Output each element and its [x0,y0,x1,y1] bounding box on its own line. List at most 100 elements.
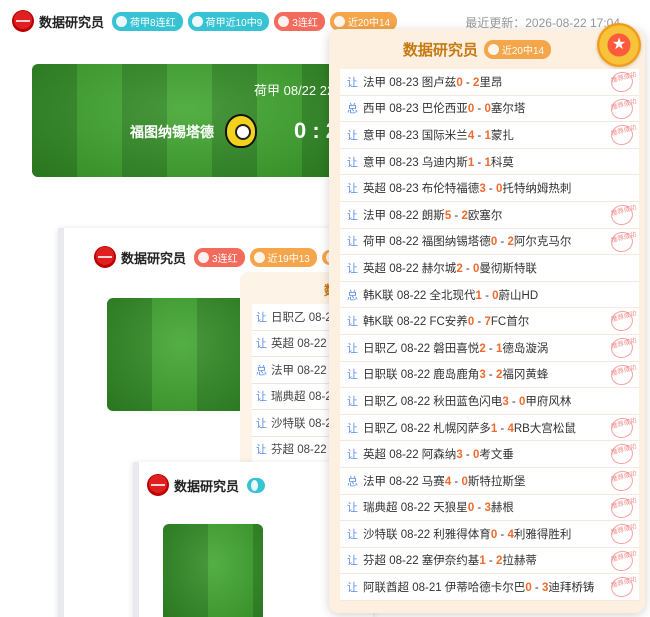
record-row[interactable]: 让意甲 08-23 国际米兰4 - 1蒙扎 推荐成功 [340,122,639,149]
author-avatar[interactable] [12,10,34,32]
match-away: 迪拜桥铸 [548,582,595,595]
record-row[interactable]: 让芬超 08-22 塞伊奈约基1 - 2拉赫蒂 推荐成功 [340,547,639,575]
record-row[interactable]: 让韩K联 08-22 FC安养0 - 7FC首尔 推荐成功 [340,308,639,335]
match-away: 塞尔塔 [490,103,526,116]
record-row[interactable]: 让法甲 08-22 朗斯5 - 2欧塞尔 推荐成功 [340,201,639,229]
author-name[interactable]: 数据研究员 [39,12,104,31]
team-crest-icon [225,114,257,148]
score-separator: - [451,475,462,488]
success-stamp-icon: 推荐成功 [608,308,637,334]
score-separator: - [462,449,473,462]
badge-icon [333,15,345,27]
record-row[interactable]: 让瑞典超 08-22 天狼星0 - 3赫根 推荐成功 [340,494,639,522]
match-home: 韩K联 08-22 全北现代 [363,289,476,302]
record-row[interactable]: 让日职乙 08-22 磐田喜悦2 - 1德岛漩涡 推荐成功 [340,334,639,362]
match-home: 芬超 08-22 塞伊奈约基 [363,555,480,568]
record-row[interactable]: 让英超 08-23 布伦特福德3 - 0托特纳姆热刺 [340,175,639,202]
success-stamp-icon: 推荐成功 [608,468,637,494]
badge-icon [191,15,203,27]
home-team: 福图纳锡塔德 [130,124,214,140]
score-separator: - [497,236,508,249]
bet-type-tag: 让 [347,183,358,196]
match-home: 法甲 08-22 朗斯 [363,209,445,222]
match-away: 欧塞尔 [467,209,503,222]
bet-type-tag: 总 [347,103,358,116]
badge-recent-rate[interactable]: 近20中14 [329,11,398,31]
match-result: 法甲 08-23 图卢兹0 - 2里昂 [363,74,502,90]
score-separator: - [485,342,496,355]
match-away: 拉赫蒂 [502,555,537,568]
bet-type-tag: 让 [347,209,358,222]
medal-icon [597,23,641,67]
bet-type-tag: 让 [347,342,358,355]
match-away: 斯特拉斯堡 [467,475,526,488]
record-row[interactable]: 让英超 08-22 阿森纳3 - 0考文垂 推荐成功 [340,441,639,468]
match-result: 西甲 08-23 巴伦西亚0 - 0塞尔塔 [363,100,525,116]
match-home: 日职乙 08-22 秋田蓝色闪电 [363,395,503,408]
match-away: 福冈黄蜂 [502,369,549,382]
record-row[interactable]: 总法甲 08-22 马赛4 - 0斯特拉斯堡 推荐成功 [340,467,639,495]
bet-type-tag: 让 [347,262,358,275]
match-result: 英超 08-22 阿森纳3 - 0考文垂 [363,446,514,462]
record-row[interactable]: 让荷甲 08-22 福图纳锡塔德0 - 2阿尔克马尔 推荐成功 [340,228,639,256]
record-row[interactable]: 总西甲 08-23 巴伦西亚0 - 0塞尔塔 推荐成功 [340,95,639,123]
badge-recent-rate[interactable]: 近19中13 [249,247,317,267]
author-avatar[interactable] [147,474,169,496]
bet-type-tag: 总 [347,289,358,302]
record-row[interactable]: 让日职乙 08-22 秋田蓝色闪电3 - 0甲府风林 [340,388,639,415]
success-stamp-icon: 推荐成功 [608,415,637,441]
match-result: 法甲 08-22 马赛4 - 0斯特拉斯堡 [363,473,525,489]
match-result: 瑞典超 08-22 天狼星0 - 3赫根 [363,499,514,515]
match-home: 瑞典超 08-22 天狼星 [363,502,468,515]
success-stamp-icon: 推荐成功 [608,96,637,122]
author-name[interactable]: 数据研究员 [174,476,239,495]
badge-icon [278,15,290,27]
badge-icon [247,477,266,493]
record-popup: 数据研究员 近20中14 让法甲 08-23 图卢兹0 - 2里昂推荐成功总西甲… [329,23,645,613]
score-separator: - [481,289,493,302]
match-result: 日职联 08-22 鹿岛鹿角3 - 2福冈黄蜂 [363,366,548,382]
score-separator: - [531,582,542,595]
match-card[interactable] [163,524,263,617]
bet-type-tag: 让 [347,395,358,408]
match-result: 英超 08-22 赫尔城2 - 0曼彻斯特联 [363,260,537,276]
bet-type-tag: 让 [347,316,358,329]
score-separator: - [485,369,496,382]
badge-win-streak: 3连红 [274,11,325,31]
success-stamp-icon: 推荐成功 [608,229,637,255]
bet-type-tag: 让 [347,449,358,462]
record-row[interactable]: 让阿联酋超 08-21 伊蒂哈德卡尔巴0 - 3迪拜桥铸 推荐成功 [340,574,639,601]
match-away: 考文垂 [479,449,514,462]
score-separator: - [474,156,485,169]
score-separator: - [508,395,519,408]
match-result: 日职乙 08-22 札幌冈萨多1 - 4RB大宫松鼠 [363,420,576,436]
match-home: 意甲 08-23 乌迪内斯 [363,156,468,169]
match-result: 日职乙 08-22 磐田喜悦2 - 1德岛漩涡 [363,340,548,356]
match-card[interactable]: 荷甲 08/22 22 福图纳锡塔德 0 : 2 [32,64,342,177]
match-away: RB大宫松鼠 [513,422,576,435]
match-result: 日职乙 08-22 秋田蓝色闪电3 - 0甲府风林 [363,393,571,409]
record-row[interactable]: 总韩K联 08-22 全北现代1 - 0蔚山HD [340,281,639,309]
badge-recent-rate: 近20中14 [483,40,552,59]
match-away: FC首尔 [490,316,530,329]
popup-title: 数据研究员 [402,42,478,59]
match-away: 曼彻斯特联 [479,262,537,275]
record-row[interactable]: 让沙特联 08-22 利雅得体育0 - 4利雅得胜利 推荐成功 [340,521,639,548]
match-home: 西甲 08-23 巴伦西亚 [363,103,468,116]
match-card[interactable] [107,298,257,411]
record-row[interactable]: 让日职联 08-22 鹿岛鹿角3 - 2福冈黄蜂 推荐成功 [340,361,639,389]
record-row[interactable]: 让英超 08-22 赫尔城2 - 0曼彻斯特联 [340,255,639,282]
record-row[interactable]: 让意甲 08-23 乌迪内斯1 - 1科莫 [340,148,639,176]
match-home: 日职乙 08-22 札幌冈萨多 [363,422,491,435]
score-separator: - [474,103,485,116]
record-row[interactable]: 让日职乙 08-22 札幌冈萨多1 - 4RB大宫松鼠 推荐成功 [340,414,639,442]
author-name[interactable]: 数据研究员 [121,248,186,267]
record-row[interactable]: 让法甲 08-23 图卢兹0 - 2里昂 推荐成功 [340,69,639,96]
success-stamp-icon: 推荐成功 [608,122,637,148]
popup-record-list: 让法甲 08-23 图卢兹0 - 2里昂 推荐成功总西甲 08-23 巴伦西亚0 … [340,69,639,601]
match-result: 意甲 08-23 乌迪内斯1 - 1科莫 [363,154,514,170]
match-result: 韩K联 08-22 FC安养0 - 7FC首尔 [363,313,529,329]
post-header: 数据研究员 [147,474,266,496]
author-avatar[interactable] [94,246,116,268]
success-stamp-icon: 推荐成功 [608,69,637,95]
